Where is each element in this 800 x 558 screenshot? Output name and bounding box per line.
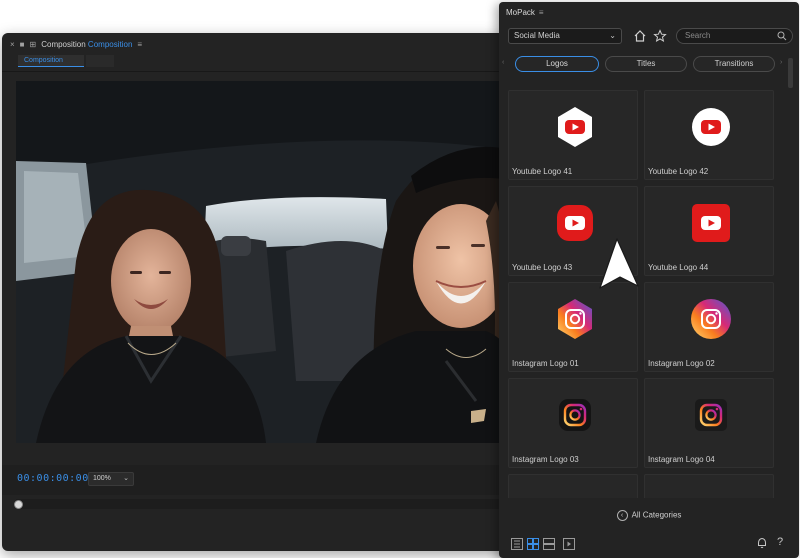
tile-label: Instagram Logo 04 xyxy=(648,455,715,464)
composition-subtab-bar: Composition xyxy=(2,55,534,69)
tile-label: Youtube Logo 44 xyxy=(648,263,709,272)
youtube-square-icon xyxy=(692,204,730,242)
logo-tile[interactable]: Youtube Logo 44 xyxy=(644,186,774,276)
youtube-rounded-square-icon xyxy=(557,205,593,241)
search-input[interactable]: Search xyxy=(676,28,793,44)
instagram-dark-square-icon xyxy=(695,399,727,431)
logo-tile[interactable]: Instagram Logo 04 xyxy=(644,378,774,468)
help-icon[interactable]: ? xyxy=(777,536,783,548)
mopack-title: MoPack xyxy=(506,7,535,17)
preview-icon[interactable] xyxy=(563,538,575,550)
list-view-icon[interactable] xyxy=(511,538,523,550)
tile-label: Youtube Logo 41 xyxy=(512,167,573,176)
playhead-handle[interactable] xyxy=(14,500,23,509)
panel-menu-icon[interactable]: ≡ xyxy=(539,8,544,17)
mopack-title-bar: MoPack ≡ xyxy=(499,2,799,22)
composition-window: × ■ ⊞ Composition Composition ≡ Composit… xyxy=(2,33,534,551)
tab-titles[interactable]: Titles xyxy=(605,56,687,72)
chevron-down-icon: ⌄ xyxy=(123,475,129,482)
instagram-circle-icon xyxy=(691,299,731,339)
logo-tile[interactable]: Instagram Logo 03 xyxy=(508,378,638,468)
composition-icon: ■ xyxy=(19,39,25,49)
panel-menu-icon[interactable]: ≡ xyxy=(137,40,142,49)
tile-label: Youtube Logo 42 xyxy=(648,167,709,176)
lock-icon[interactable]: ⊞ xyxy=(30,40,37,49)
chevron-left-icon[interactable]: ‹ xyxy=(502,59,504,66)
tile-label: Instagram Logo 01 xyxy=(512,359,579,368)
youtube-hexagon-icon xyxy=(558,107,592,147)
divider xyxy=(2,71,534,72)
logo-tile[interactable]: Instagram Logo 01 xyxy=(508,282,638,372)
home-icon[interactable] xyxy=(633,29,647,43)
row-view-icon[interactable] xyxy=(543,538,555,550)
tile-label: Instagram Logo 03 xyxy=(512,455,579,464)
scrollbar-thumb[interactable] xyxy=(788,58,793,88)
logo-tile[interactable]: Instagram Logo 02 xyxy=(644,282,774,372)
timeline-track[interactable] xyxy=(16,499,506,509)
scrollbar-track[interactable] xyxy=(788,58,793,498)
search-placeholder: Search xyxy=(685,31,711,40)
instagram-hexagon-icon xyxy=(558,299,592,339)
mopack-panel: MoPack ≡ Social Media ⌄ Search ‹ Logos T… xyxy=(499,2,799,558)
logo-tile[interactable] xyxy=(644,474,774,498)
search-icon[interactable] xyxy=(777,31,787,41)
tile-label: Youtube Logo 43 xyxy=(512,263,573,272)
tab-empty xyxy=(86,55,114,67)
tab-transitions[interactable]: Transitions xyxy=(693,56,775,72)
logo-tile[interactable] xyxy=(508,474,638,498)
category-dropdown[interactable]: Social Media ⌄ xyxy=(508,28,622,44)
category-value: Social Media xyxy=(514,31,560,40)
chevron-down-icon: ⌄ xyxy=(609,31,616,40)
tab-logos[interactable]: Logos xyxy=(515,56,599,72)
logo-grid: Youtube Logo 41 Youtube Logo 42 Youtube … xyxy=(508,90,782,498)
timecode[interactable]: 00:00:00:00 xyxy=(17,473,89,484)
zoom-select[interactable]: 100% ⌄ xyxy=(88,472,134,486)
close-tab-icon[interactable]: × xyxy=(10,40,15,49)
tab-composition[interactable]: Composition xyxy=(18,55,84,67)
all-categories-label: All Categories xyxy=(631,510,682,520)
composition-viewer[interactable] xyxy=(16,81,516,443)
composition-title: Composition Composition xyxy=(41,39,133,49)
all-categories-link[interactable]: ‹ All Categories xyxy=(499,510,799,521)
star-icon[interactable] xyxy=(653,29,667,43)
chevron-right-icon[interactable]: › xyxy=(780,59,782,66)
mopack-tabs: ‹ Logos Titles Transitions › xyxy=(499,54,799,74)
youtube-circle-icon xyxy=(692,108,730,146)
zoom-value: 100% xyxy=(93,475,111,482)
chevron-left-icon: ‹ xyxy=(616,510,628,521)
desktop-stage: × ■ ⊞ Composition Composition ≡ Composit… xyxy=(0,0,800,558)
grid-view-icon[interactable] xyxy=(527,538,539,550)
cursor-arrow-icon xyxy=(599,238,639,289)
logo-tile[interactable]: Youtube Logo 42 xyxy=(644,90,774,180)
tile-label: Instagram Logo 02 xyxy=(648,359,715,368)
logo-tile[interactable]: Youtube Logo 41 xyxy=(508,90,638,180)
composition-tab-bar: × ■ ⊞ Composition Composition ≡ xyxy=(2,33,534,55)
instagram-dark-icon xyxy=(559,399,591,431)
bell-icon[interactable] xyxy=(756,537,768,549)
composition-name[interactable]: Composition xyxy=(88,40,132,49)
video-frame xyxy=(16,81,516,443)
